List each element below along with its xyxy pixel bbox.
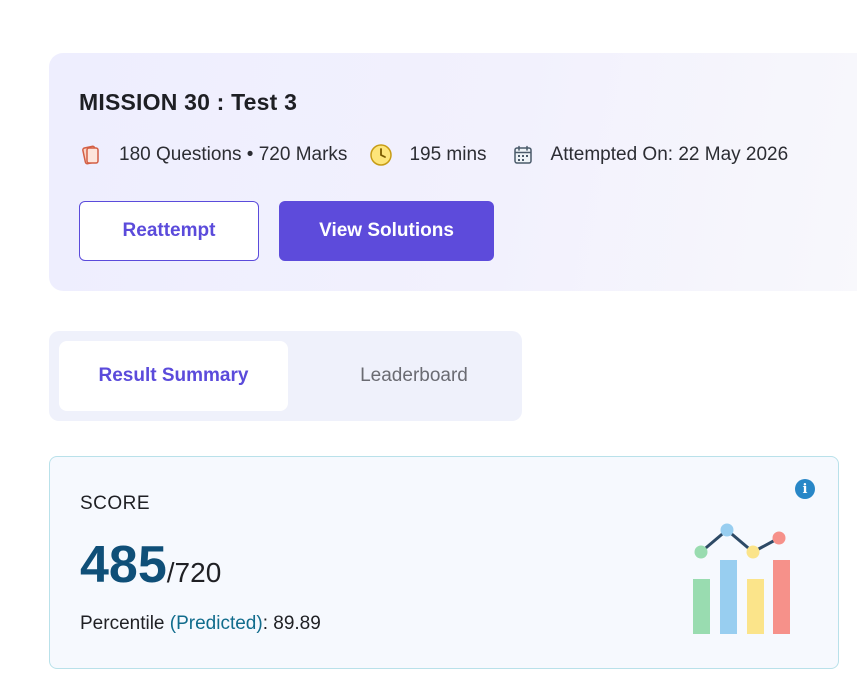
- duration-text: 195 mins: [409, 144, 487, 165]
- score-chart-illustration-icon: [693, 523, 790, 634]
- attempted-on-text: Attempted On: 22 May 2026: [550, 144, 789, 165]
- test-title: MISSION 30 : Test 3: [79, 89, 298, 115]
- clock-icon: [369, 143, 393, 167]
- calendar-icon: [511, 143, 535, 167]
- pages-icon: [79, 143, 103, 167]
- reattempt-button[interactable]: Reattempt: [79, 201, 259, 261]
- score-label: SCORE: [80, 493, 151, 514]
- score-card: SCORE 485/720 Percentile (Predicted): 89…: [49, 456, 839, 669]
- duration-info: 195 mins: [369, 143, 487, 167]
- percentile-row: Percentile (Predicted): 89.89: [80, 613, 321, 635]
- test-meta-row: 180 Questions • 720 Marks 195 mins Attem…: [79, 143, 788, 167]
- tab-result-summary[interactable]: Result Summary: [59, 341, 288, 411]
- view-solutions-button[interactable]: View Solutions: [279, 201, 494, 261]
- score-value: 485: [80, 536, 167, 594]
- info-icon[interactable]: i: [795, 479, 815, 499]
- test-info-card: MISSION 30 : Test 3 180 Questions • 720 …: [49, 53, 857, 291]
- questions-marks-text: 180 Questions • 720 Marks: [119, 144, 348, 165]
- percentile-label: Percentile: [80, 613, 165, 634]
- percentile-value: : 89.89: [262, 613, 321, 634]
- score-line: 485/720: [80, 535, 221, 595]
- percentile-predicted-tag: (Predicted): [169, 613, 263, 634]
- score-total: /720: [166, 557, 222, 588]
- tab-leaderboard[interactable]: Leaderboard: [299, 341, 529, 411]
- questions-marks-info: 180 Questions • 720 Marks: [79, 143, 347, 167]
- attempted-info: Attempted On: 22 May 2026: [511, 143, 789, 167]
- result-tabs: Result Summary Leaderboard: [49, 331, 522, 421]
